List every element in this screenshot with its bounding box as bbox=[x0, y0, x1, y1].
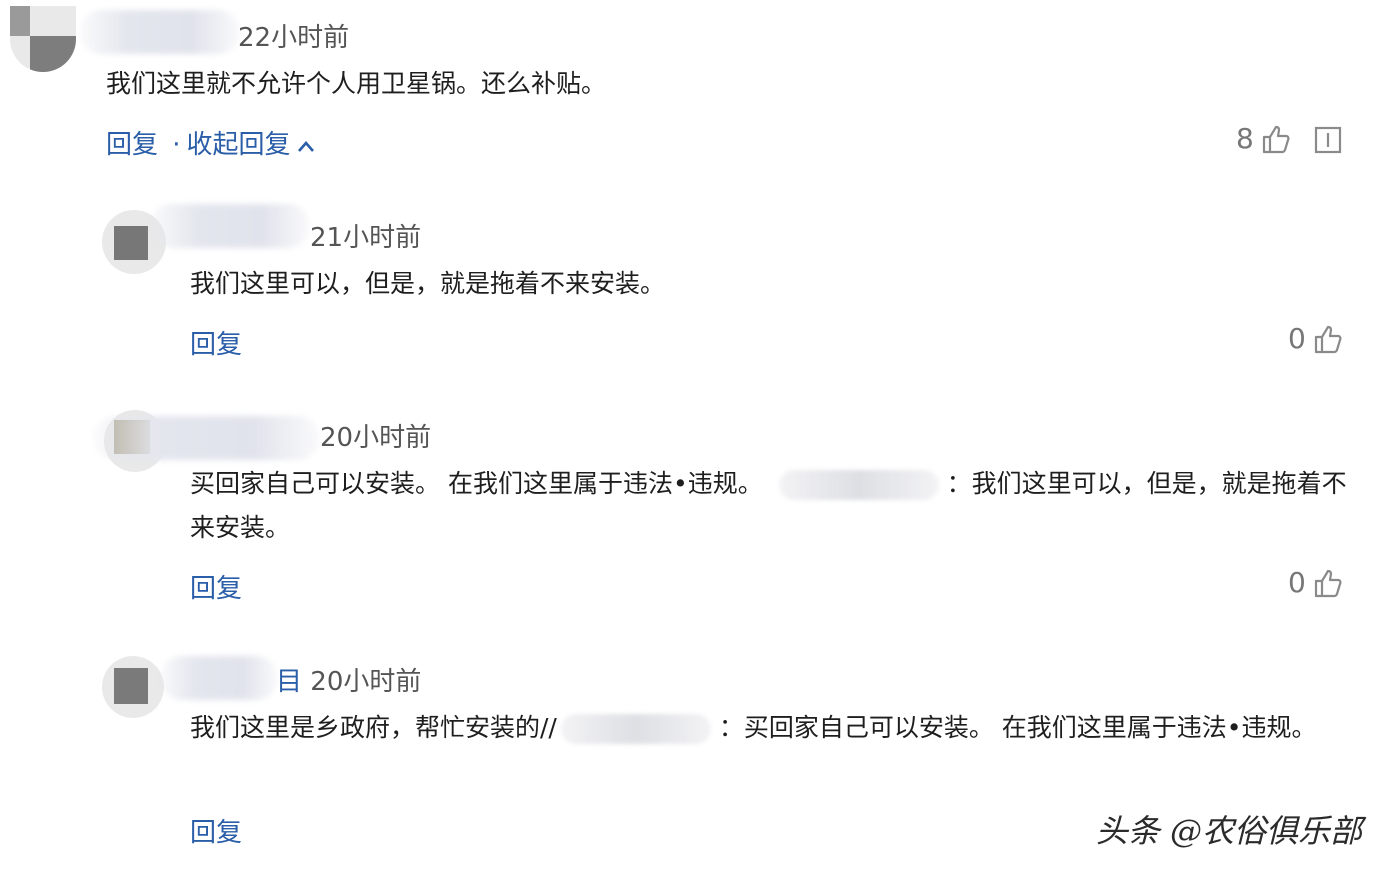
comment-text: 买回家自己可以安装。 在我们这里属于违法•违规。 ：我们这里可以，但是，就是拖着… bbox=[190, 462, 1350, 550]
username-blurred[interactable] bbox=[80, 10, 240, 54]
like-button[interactable]: 0 bbox=[1288, 322, 1344, 355]
comment-text-part2: ：买回家自己可以安装。 在我们这里属于违法•违规。 bbox=[718, 713, 1317, 742]
timestamp-text: 20小时前 bbox=[310, 667, 422, 697]
thumbs-up-icon bbox=[1260, 123, 1292, 155]
username-blurred[interactable] bbox=[150, 204, 310, 248]
chevron-up-icon bbox=[297, 131, 315, 161]
comment-text: 我们这里是乡政府，帮忙安装的// ：买回家自己可以安装。 在我们这里属于违法•违规… bbox=[190, 706, 1350, 750]
avatar[interactable] bbox=[102, 656, 164, 718]
like-count: 0 bbox=[1288, 566, 1306, 599]
comment-text-part1: 买回家自己可以安装。 在我们这里属于违法•违规。 bbox=[190, 469, 763, 498]
like-count: 0 bbox=[1288, 322, 1306, 355]
mention-blurred[interactable] bbox=[560, 714, 711, 744]
timestamp: 20小时前 bbox=[320, 423, 432, 453]
reply-button[interactable]: 回复 bbox=[190, 568, 242, 605]
comment-text-part1: 我们这里是乡政府，帮忙安装的// bbox=[190, 713, 557, 742]
comment-text: 我们这里就不允许个人用卫星锅。还么补贴。 bbox=[106, 69, 607, 98]
reply-button[interactable]: 回复 bbox=[190, 324, 242, 361]
timestamp: 目 20小时前 bbox=[276, 661, 421, 698]
username-blurred[interactable] bbox=[94, 416, 320, 460]
mention-blurred[interactable] bbox=[778, 470, 939, 500]
separator: · bbox=[172, 130, 181, 160]
thumbs-up-icon bbox=[1312, 567, 1344, 599]
collapse-replies-label: 收起回复 bbox=[186, 130, 291, 160]
reply-button[interactable]: 回复 bbox=[106, 130, 158, 160]
like-count: 8 bbox=[1236, 122, 1254, 155]
timestamp: 21小时前 bbox=[310, 223, 422, 253]
watermark: 头条 @农俗俱乐部 bbox=[1095, 812, 1362, 850]
timestamp: 22小时前 bbox=[238, 23, 350, 53]
collapse-replies-button[interactable]: 收起回复 bbox=[187, 130, 315, 160]
reply-actions: 回复 · 收起回复 bbox=[106, 124, 315, 161]
like-button[interactable]: 8 bbox=[1236, 122, 1292, 155]
reply-button[interactable]: 回复 bbox=[190, 812, 242, 849]
comment-text: 我们这里可以，但是，就是拖着不来安装。 bbox=[190, 269, 666, 298]
username-blurred[interactable] bbox=[160, 656, 278, 700]
report-icon[interactable] bbox=[1314, 126, 1342, 158]
username-tail: 目 bbox=[276, 667, 303, 697]
thumbs-up-icon bbox=[1312, 323, 1344, 355]
avatar[interactable] bbox=[10, 6, 76, 72]
like-button[interactable]: 0 bbox=[1288, 566, 1344, 599]
